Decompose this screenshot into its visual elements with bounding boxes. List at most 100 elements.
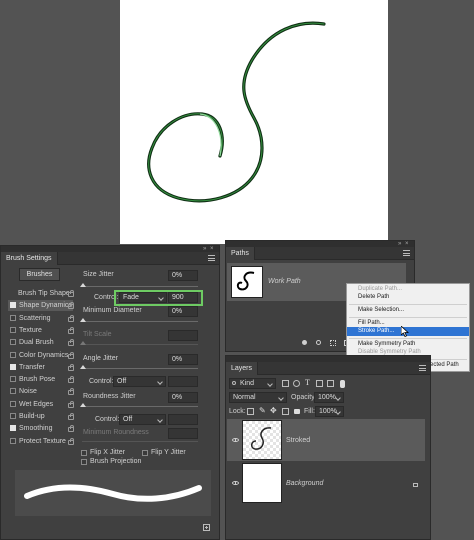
opacity-field[interactable]: 100%	[314, 392, 344, 403]
flip-y-checkbox[interactable]	[142, 450, 148, 456]
roundness-jitter-slider[interactable]	[82, 406, 198, 407]
brush-setting-item[interactable]: Wet Edges	[8, 399, 73, 410]
brush-setting-item[interactable]: Transfer	[8, 362, 73, 373]
angle-jitter-slider[interactable]	[82, 368, 198, 369]
lock-all-icon[interactable]	[294, 409, 300, 414]
angle-control-extra-field	[168, 376, 198, 387]
stroke-path-icon[interactable]	[316, 340, 321, 345]
angle-jitter-label: Angle Jitter	[83, 355, 119, 362]
fill-path-icon[interactable]	[302, 340, 307, 345]
size-jitter-slider[interactable]	[82, 286, 198, 287]
chevron-down-icon	[278, 395, 284, 401]
brush-setting-checkbox[interactable]	[10, 327, 16, 333]
brush-setting-item[interactable]: Color Dynamics	[8, 350, 73, 361]
visibility-eye-icon[interactable]	[232, 438, 239, 442]
layer-row-background[interactable]: Background	[227, 462, 425, 504]
menu-item-delete-path[interactable]: Delete Path	[347, 293, 469, 302]
flip-x-checkbox[interactable]	[81, 450, 87, 456]
brush-setting-checkbox[interactable]	[10, 438, 16, 444]
lock-icon[interactable]	[68, 339, 74, 346]
roundness-jitter-field[interactable]: 0%	[168, 392, 198, 403]
brush-setting-item[interactable]: Scattering	[8, 313, 73, 324]
brush-setting-checkbox[interactable]	[10, 364, 16, 370]
angle-control-dropdown[interactable]: Off	[113, 376, 166, 387]
angle-jitter-field[interactable]: 0%	[168, 354, 198, 365]
new-brush-icon[interactable]	[203, 524, 210, 531]
brushes-button[interactable]: Brushes	[19, 268, 60, 281]
load-selection-icon[interactable]	[330, 340, 336, 346]
brush-setting-item[interactable]: Texture	[8, 325, 73, 336]
fill-field[interactable]: 100%	[315, 406, 344, 417]
visibility-eye-icon[interactable]	[232, 481, 239, 485]
brush-setting-item[interactable]: Brush Pose	[8, 374, 73, 385]
lock-icon[interactable]	[68, 376, 74, 383]
brush-setting-item[interactable]: Smoothing	[8, 423, 73, 434]
panel-menu-icon[interactable]	[419, 365, 426, 371]
brush-setting-checkbox[interactable]	[10, 388, 16, 394]
lock-position-icon[interactable]: ✥	[270, 406, 277, 415]
collapse-icon[interactable]: »	[398, 241, 404, 247]
blend-mode-dropdown[interactable]: Normal	[229, 392, 287, 403]
brush-setting-item[interactable]: Protect Texture	[8, 436, 73, 447]
brush-setting-item[interactable]: Noise	[8, 386, 73, 397]
lock-icon[interactable]	[68, 352, 74, 359]
lock-icon[interactable]	[68, 290, 74, 297]
close-icon[interactable]: ×	[210, 246, 216, 252]
angle-control-value: Off	[117, 378, 127, 385]
filter-pixel-icon[interactable]	[282, 380, 289, 387]
brush-setting-checkbox[interactable]	[10, 401, 16, 407]
layer-row-stroked[interactable]: Stroked	[227, 419, 425, 461]
lock-icon[interactable]	[68, 401, 74, 408]
lock-icon[interactable]	[68, 438, 74, 445]
panel-menu-icon[interactable]	[403, 250, 410, 256]
brush-setting-item[interactable]: Shape Dynamics	[8, 300, 73, 311]
brush-projection-checkbox[interactable]	[81, 459, 87, 465]
brush-setting-item[interactable]: Brush Tip Shape	[8, 288, 73, 299]
tab-brush-settings[interactable]: Brush Settings	[1, 252, 58, 265]
close-icon[interactable]: ×	[405, 241, 411, 247]
lock-icon[interactable]	[68, 315, 74, 322]
filter-type-icon[interactable]: T	[305, 378, 310, 387]
lock-icon[interactable]	[68, 302, 74, 309]
brush-setting-checkbox[interactable]	[10, 315, 16, 321]
angle-jitter-slider-handle[interactable]	[80, 365, 86, 369]
brush-setting-checkbox[interactable]	[10, 352, 16, 358]
roundness-control-dropdown[interactable]: Off	[119, 414, 166, 425]
lock-label: Lock:	[229, 408, 246, 415]
minimum-diameter-slider[interactable]	[82, 321, 198, 322]
brush-setting-checkbox[interactable]	[10, 376, 16, 382]
brush-setting-label: Texture	[19, 327, 42, 334]
roundness-control-extra-field	[168, 414, 198, 425]
brush-setting-item[interactable]: Build-up	[8, 411, 73, 422]
filter-shape-icon[interactable]	[316, 380, 323, 387]
layer-filter-dropdown[interactable]: Kind	[229, 378, 276, 389]
document-canvas[interactable]	[120, 0, 388, 244]
roundness-jitter-slider-handle[interactable]	[80, 403, 86, 407]
size-jitter-field[interactable]: 0%	[168, 270, 198, 281]
tab-paths[interactable]: Paths	[226, 247, 255, 260]
lock-artboard-icon[interactable]	[282, 408, 289, 415]
minimum-diameter-field[interactable]: 0%	[168, 306, 198, 317]
brush-setting-item[interactable]: Dual Brush	[8, 337, 73, 348]
filter-smart-object-icon[interactable]	[327, 380, 334, 387]
lock-transparent-icon[interactable]	[247, 408, 254, 415]
collapse-icon[interactable]: »	[203, 246, 209, 252]
size-jitter-slider-handle[interactable]	[80, 283, 86, 287]
lock-icon[interactable]	[68, 364, 74, 371]
lock-icon[interactable]	[68, 327, 74, 334]
filter-toggle-icon[interactable]	[340, 380, 345, 388]
lock-pixels-icon[interactable]: ✎	[259, 406, 266, 415]
tab-layers[interactable]: Layers	[226, 362, 259, 375]
lock-icon[interactable]	[68, 425, 74, 432]
panel-menu-icon[interactable]	[208, 255, 215, 261]
brush-setting-checkbox[interactable]	[10, 302, 16, 308]
filter-adjustment-icon[interactable]	[293, 380, 300, 387]
brush-setting-checkbox[interactable]	[10, 413, 16, 419]
brush-setting-checkbox[interactable]	[10, 339, 16, 345]
menu-item-make-selection[interactable]: Make Selection...	[347, 306, 469, 315]
roundness-control-label: Control:	[95, 416, 120, 423]
lock-icon[interactable]	[68, 388, 74, 395]
lock-icon[interactable]	[68, 413, 74, 420]
minimum-diameter-slider-handle[interactable]	[80, 318, 86, 322]
brush-setting-checkbox[interactable]	[10, 425, 16, 431]
